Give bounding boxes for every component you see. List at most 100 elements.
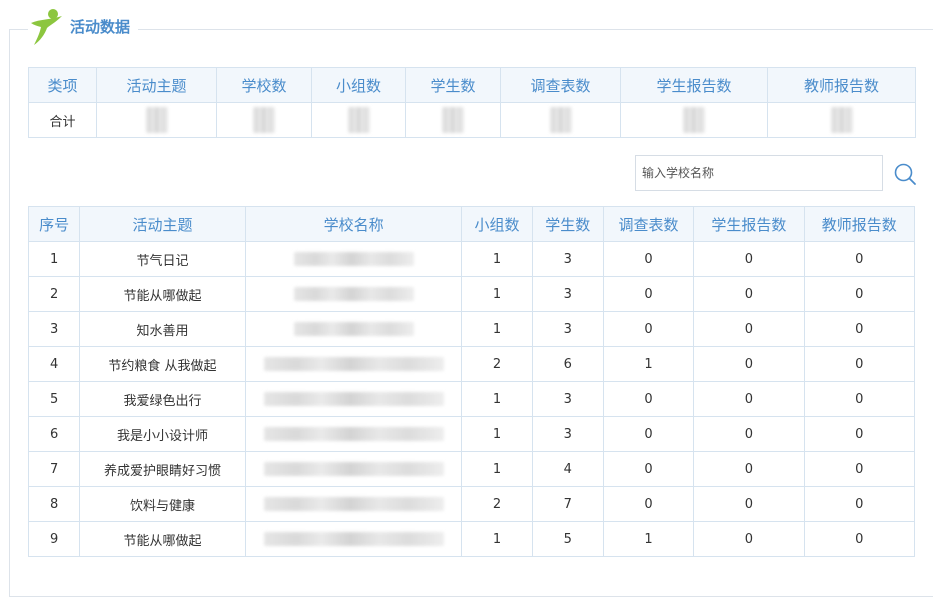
- col-header-teacher-reports: 教师报告数: [803, 206, 916, 242]
- redaction-blur: [549, 107, 572, 133]
- school-name: [244, 451, 463, 487]
- survey-count: 0: [602, 486, 695, 522]
- redacted-value: [767, 102, 916, 138]
- activity-theme: 节气日记: [79, 241, 246, 277]
- student-report-count: 0: [693, 381, 805, 417]
- survey-count: 0: [602, 311, 695, 347]
- activity-theme: 我爱绿色出行: [79, 381, 246, 417]
- group-count: 1: [461, 416, 533, 452]
- col-header-student-reports: 学生报告数: [620, 67, 768, 103]
- redacted-value: [500, 102, 621, 138]
- redaction-blur: [263, 392, 444, 406]
- redacted-value: [311, 102, 406, 138]
- col-header-groups: 小组数: [311, 67, 406, 103]
- col-header-theme: 活动主题: [79, 206, 246, 242]
- detail-table: 序号 活动主题 学校名称 小组数 学生数 调查表数 学生报告数 教师报告数 1节…: [27, 206, 916, 557]
- student-report-count: 0: [693, 486, 805, 522]
- col-header-category: 类项: [28, 67, 97, 103]
- teacher-report-count: 0: [803, 521, 916, 557]
- summary-table: 类项 活动主题 学校数 小组数 学生数 调查表数 学生报告数 教师报告数 合计: [28, 67, 916, 138]
- search-icon[interactable]: [893, 162, 917, 186]
- student-report-count: 0: [693, 241, 805, 277]
- redaction-blur: [253, 107, 275, 133]
- page-title: 活动数据: [70, 17, 131, 36]
- table-row: 3 知水善用 1 3 0 0 0: [27, 311, 916, 347]
- activity-theme: 节约粮食 从我做起: [79, 346, 246, 382]
- row-index: 3: [27, 311, 81, 347]
- group-count: 1: [461, 311, 533, 347]
- student-report-count: 0: [693, 416, 805, 452]
- teacher-report-count: 0: [803, 486, 916, 522]
- row-index: 6: [27, 416, 81, 452]
- redaction-blur: [293, 287, 414, 301]
- group-count: 1: [461, 521, 533, 557]
- student-report-count: 0: [693, 311, 805, 347]
- school-name: [244, 416, 463, 452]
- redaction-blur: [263, 497, 444, 511]
- redaction-blur: [263, 427, 444, 441]
- table-row: 7 养成爱护眼睛好习惯 1 4 0 0 0: [27, 451, 916, 487]
- redaction-blur: [263, 462, 444, 476]
- col-header-school-name: 学校名称: [244, 206, 463, 242]
- teacher-report-count: 0: [803, 346, 916, 382]
- col-header-students: 学生数: [405, 67, 501, 103]
- redacted-value: [620, 102, 768, 138]
- table-row: 8 饮料与健康 2 7 0 0 0: [27, 486, 916, 522]
- table-row: 9 节能从哪做起 1 5 1 0 0: [27, 521, 916, 557]
- col-header-groups: 小组数: [461, 206, 533, 242]
- redacted-value: [216, 102, 312, 138]
- activity-theme: 饮料与健康: [79, 486, 246, 522]
- group-count: 1: [461, 451, 533, 487]
- school-name: [244, 381, 463, 417]
- group-count: 1: [461, 276, 533, 312]
- group-count: 1: [461, 241, 533, 277]
- student-count: 5: [531, 521, 604, 557]
- school-name: [244, 311, 463, 347]
- table-row: 4 节约粮食 从我做起 2 6 1 0 0: [27, 346, 916, 382]
- teacher-report-count: 0: [803, 416, 916, 452]
- student-count: 7: [531, 486, 604, 522]
- panel-header: 活动数据: [28, 6, 139, 46]
- group-count: 2: [461, 346, 533, 382]
- col-header-teacher-reports: 教师报告数: [767, 67, 916, 103]
- student-count: 3: [531, 311, 604, 347]
- col-header-schools: 学校数: [216, 67, 312, 103]
- school-name: [244, 521, 463, 557]
- col-header-student-reports: 学生报告数: [693, 206, 805, 242]
- group-count: 2: [461, 486, 533, 522]
- summary-total-row: 合计: [28, 102, 916, 138]
- activity-theme: 知水善用: [79, 311, 246, 347]
- school-name: [244, 346, 463, 382]
- table-row: 5 我爱绿色出行 1 3 0 0 0: [27, 381, 916, 417]
- school-search-input[interactable]: [635, 155, 883, 191]
- student-count: 3: [531, 276, 604, 312]
- redacted-value: [405, 102, 501, 138]
- detail-table-body: 1 节气日记 1 3 0 0 0 2 节能从哪做起 1 3 0 0 0 3 知水善用 1 3 0 0 0 4 节约粮食 从我…: [27, 241, 916, 557]
- redaction-blur: [293, 252, 414, 266]
- activity-theme: 我是小小设计师: [79, 416, 246, 452]
- student-count: 3: [531, 416, 604, 452]
- redaction-blur: [442, 107, 464, 133]
- row-index: 5: [27, 381, 81, 417]
- col-header-surveys: 调查表数: [602, 206, 695, 242]
- survey-count: 1: [602, 346, 695, 382]
- redaction-blur: [683, 107, 705, 133]
- row-index: 1: [27, 241, 81, 277]
- survey-count: 0: [602, 241, 695, 277]
- activity-theme: 节能从哪做起: [79, 521, 246, 557]
- redacted-value: [96, 102, 217, 138]
- row-index: 9: [27, 521, 81, 557]
- detail-header-row: 序号 活动主题 学校名称 小组数 学生数 调查表数 学生报告数 教师报告数: [27, 206, 916, 242]
- school-name: [244, 241, 463, 277]
- survey-count: 0: [602, 451, 695, 487]
- activity-theme: 节能从哪做起: [79, 276, 246, 312]
- student-report-count: 0: [693, 346, 805, 382]
- activity-theme: 养成爱护眼睛好习惯: [79, 451, 246, 487]
- redaction-blur: [145, 107, 168, 133]
- group-count: 1: [461, 381, 533, 417]
- redaction-blur: [293, 322, 414, 336]
- student-count: 3: [531, 241, 604, 277]
- summary-header-row: 类项 活动主题 学校数 小组数 学生数 调查表数 学生报告数 教师报告数: [28, 67, 916, 103]
- survey-count: 1: [602, 521, 695, 557]
- total-label: 合计: [28, 102, 97, 138]
